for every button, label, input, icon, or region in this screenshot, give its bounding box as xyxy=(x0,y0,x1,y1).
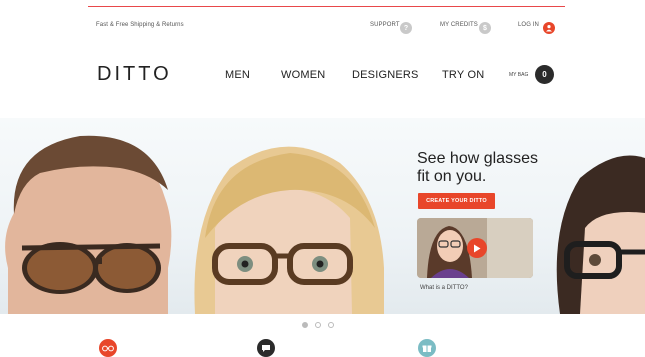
nav-women[interactable]: WOMEN xyxy=(281,69,325,81)
carousel-dot-1[interactable] xyxy=(302,322,308,328)
chat-icon xyxy=(257,339,275,357)
question-icon[interactable]: ? xyxy=(400,22,412,34)
carousel-dots xyxy=(302,322,334,328)
gift-icon xyxy=(418,339,436,357)
nav-men[interactable]: MEN xyxy=(225,69,250,81)
create-your-ditto-button[interactable]: CREATE YOUR DITTO xyxy=(418,193,495,209)
carousel-dot-2[interactable] xyxy=(315,322,321,328)
man-face xyxy=(5,135,172,314)
my-bag-label[interactable]: MY BAG xyxy=(509,72,528,78)
play-icon[interactable] xyxy=(467,238,487,258)
nav-designers[interactable]: DESIGNERS xyxy=(352,69,419,81)
credits-icon[interactable]: $ xyxy=(479,22,491,34)
hero-headline-line-2: fit on you. xyxy=(417,168,487,185)
video-caption[interactable]: What is a DITTO? xyxy=(420,285,468,291)
what-is-ditto-video[interactable] xyxy=(417,218,533,278)
hero-headline-line-1: See how glasses xyxy=(417,150,538,167)
user-icon[interactable] xyxy=(543,22,555,34)
login-link[interactable]: LOG IN xyxy=(518,22,539,28)
glasses-icon xyxy=(99,339,117,357)
top-divider xyxy=(88,6,565,7)
hero-banner xyxy=(0,118,645,314)
hero-faces-illustration xyxy=(5,135,645,314)
blonde-woman-face xyxy=(194,146,384,314)
nav-try-on[interactable]: TRY ON xyxy=(442,69,484,81)
my-credits-link[interactable]: MY CREDITS xyxy=(440,22,478,28)
dark-haired-woman-face xyxy=(556,155,645,314)
hero-headline: See how glasses fit on you. xyxy=(417,150,567,186)
carousel-dot-3[interactable] xyxy=(328,322,334,328)
bag-count-badge[interactable]: 0 xyxy=(535,65,554,84)
shipping-notice: Fast & Free Shipping & Returns xyxy=(96,22,184,28)
support-link[interactable]: SUPPORT xyxy=(370,22,400,28)
ditto-logo[interactable]: DITTO xyxy=(97,63,172,86)
